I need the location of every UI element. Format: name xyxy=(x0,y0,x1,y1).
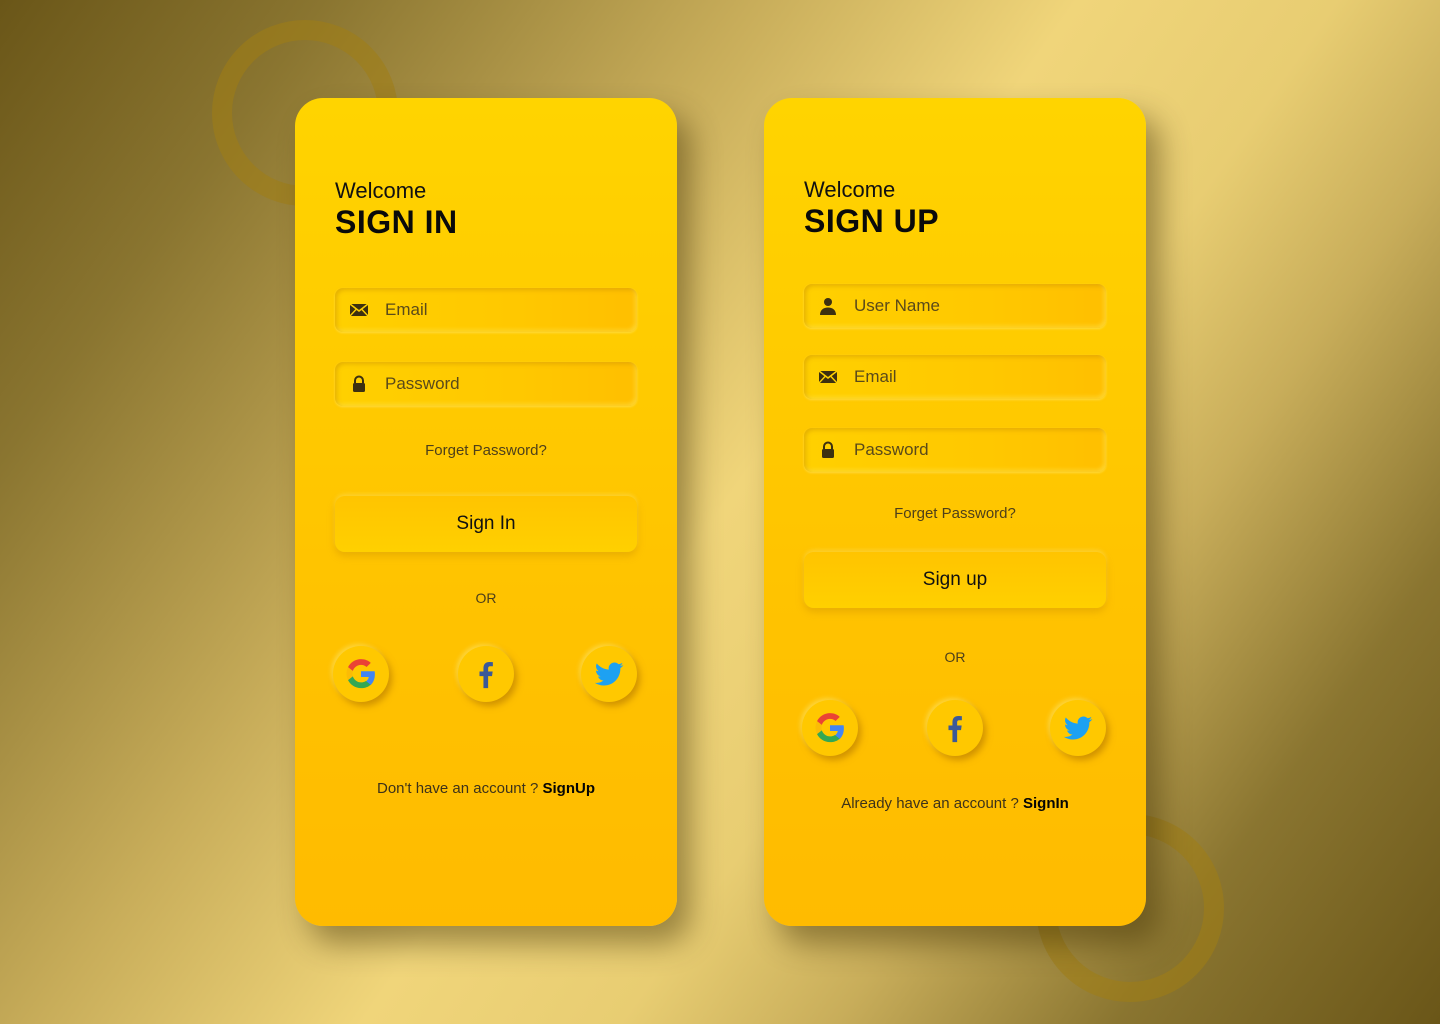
mail-icon xyxy=(349,300,369,320)
google-icon xyxy=(815,713,844,743)
user-icon xyxy=(818,296,838,316)
signin-welcome: Welcome xyxy=(335,178,427,203)
signup-email-label: Email xyxy=(854,367,897,386)
signin-twitter-button[interactable] xyxy=(581,646,637,702)
signup-footer: Already have an account ? SignIn xyxy=(764,795,1146,812)
signin-title: SIGN IN xyxy=(335,204,458,240)
signup-email-field[interactable]: Email xyxy=(804,355,1106,399)
signin-footer-text: Don't have an account ? xyxy=(377,780,543,797)
facebook-icon xyxy=(948,715,962,743)
signup-facebook-button[interactable] xyxy=(927,700,983,756)
signin-password-label: Password xyxy=(385,374,460,393)
signup-forgot-password-link[interactable]: Forget Password? xyxy=(764,505,1146,522)
signup-footer-text: Already have an account ? xyxy=(841,795,1023,812)
signin-google-button[interactable] xyxy=(333,646,389,702)
signup-card: Welcome SIGN UP User Name Email Password… xyxy=(764,98,1146,926)
signup-twitter-button[interactable] xyxy=(1050,700,1106,756)
signin-link[interactable]: SignIn xyxy=(1023,795,1069,812)
signup-password-field[interactable]: Password xyxy=(804,428,1106,472)
signup-welcome: Welcome xyxy=(804,177,896,202)
signup-link[interactable]: SignUp xyxy=(542,780,595,797)
lock-icon xyxy=(349,374,369,394)
signin-email-field[interactable]: Email xyxy=(335,288,637,332)
signup-google-button[interactable] xyxy=(802,700,858,756)
signup-username-field[interactable]: User Name xyxy=(804,284,1106,328)
google-icon xyxy=(346,659,375,689)
signin-or-divider: OR xyxy=(475,590,497,606)
twitter-icon xyxy=(594,662,624,686)
signin-facebook-button[interactable] xyxy=(458,646,514,702)
signup-button[interactable]: Sign up xyxy=(804,552,1106,608)
signup-title: SIGN UP xyxy=(804,203,940,239)
signin-footer: Don't have an account ? SignUp xyxy=(295,780,677,797)
lock-icon xyxy=(818,440,838,460)
signup-or-divider: OR xyxy=(944,649,966,665)
signup-password-label: Password xyxy=(854,440,929,459)
mail-icon xyxy=(818,367,838,387)
signin-card: Welcome SIGN IN Email Password Forget Pa… xyxy=(295,98,677,926)
twitter-icon xyxy=(1063,716,1093,740)
facebook-icon xyxy=(479,661,493,689)
signin-password-field[interactable]: Password xyxy=(335,362,637,406)
signin-email-label: Email xyxy=(385,300,428,319)
signup-username-label: User Name xyxy=(854,296,940,315)
signin-button[interactable]: Sign In xyxy=(335,496,637,552)
signin-forgot-password-link[interactable]: Forget Password? xyxy=(295,442,677,459)
